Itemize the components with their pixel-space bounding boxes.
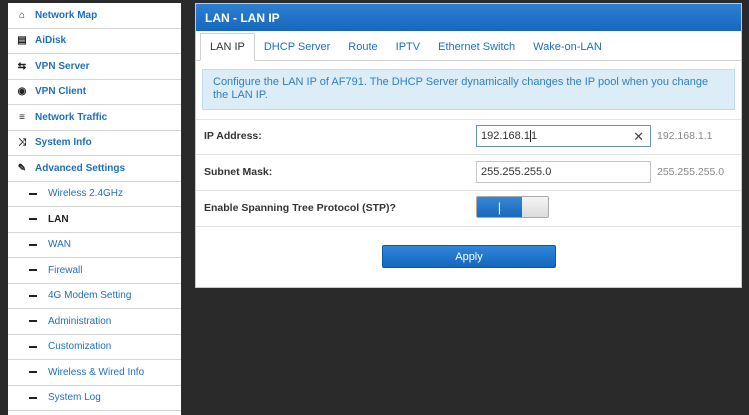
sidebar-item-network-map[interactable]: ⌂ Network Map (8, 3, 181, 29)
wrench-icon: ✎ (17, 162, 27, 174)
toggle-on-indicator: | (477, 197, 522, 217)
sidebar-item-label: Administration (48, 315, 112, 327)
sidebar-item-advanced-settings[interactable]: ✎ Advanced Settings (8, 156, 181, 182)
vpn-server-icon: ⇆ (17, 60, 27, 72)
disk-icon: ▤ (17, 35, 27, 47)
divider (196, 190, 741, 191)
sidebar-item-label: LAN (48, 213, 69, 225)
sidebar-item-system-info[interactable]: ⤨ System Info (8, 131, 181, 156)
bullet-icon (29, 243, 37, 246)
tab-lan-ip[interactable]: LAN IP (200, 33, 255, 61)
bullet-icon (29, 345, 37, 348)
sidebar-item-label: VPN Client (35, 86, 87, 98)
sidebar-item-system-log[interactable]: System Log (8, 386, 181, 411)
list-icon: ≡ (19, 111, 25, 123)
bullet-icon (29, 294, 37, 297)
subnet-mask-default-hint: 255.255.255.0 (657, 166, 725, 178)
sidebar-item-administration[interactable]: Administration (8, 309, 181, 335)
sidebar-item-network-traffic[interactable]: ≡ Network Traffic (8, 105, 181, 131)
ip-address-input[interactable]: 192.168.1 1 ✕ (476, 125, 651, 147)
tab-ethernet-switch[interactable]: Ethernet Switch (429, 33, 524, 60)
sidebar-item-label: Advanced Settings (35, 162, 126, 174)
sidebar-item-vpn-client[interactable]: ◉ VPN Client (8, 80, 181, 105)
sidebar-item-label: Customization (48, 341, 112, 353)
divider (196, 226, 741, 227)
sidebar-item-label: System Log (48, 392, 101, 404)
tab-dhcp-server[interactable]: DHCP Server (255, 33, 339, 60)
bullet-icon (29, 269, 37, 272)
tab-bar: LAN IP DHCP Server Route IPTV Ethernet Switc… (196, 31, 741, 61)
stp-toggle[interactable]: | (476, 196, 549, 218)
subnet-mask-input[interactable]: 255.255.255.0 (476, 161, 651, 183)
clear-input-icon[interactable]: ✕ (633, 129, 644, 145)
bullet-icon (29, 320, 37, 323)
sidebar-item-label: WAN (48, 239, 71, 251)
sidebar-item-label: System Info (35, 137, 92, 149)
subnet-mask-label: Subnet Mask: (204, 166, 273, 178)
sidebar-item-4g-modem-setting[interactable]: 4G Modem Setting (8, 284, 181, 309)
bullet-icon (29, 371, 37, 374)
sidebar-item-label: Wireless 2.4GHz (48, 188, 124, 200)
sidebar-item-lan[interactable]: LAN (8, 207, 181, 233)
sidebar-item-wireless-wired-info[interactable]: Wireless & Wired Info (8, 360, 181, 386)
tab-iptv[interactable]: IPTV (387, 33, 429, 60)
apply-button[interactable]: Apply (382, 245, 556, 268)
settings-panel: LAN - LAN IP LAN IP DHCP Server Route IPTV E… (195, 3, 742, 288)
sidebar-item-label: VPN Server (35, 60, 90, 72)
ip-address-value-tail: 1 (530, 130, 538, 142)
panel-title: LAN - LAN IP (196, 4, 741, 31)
globe-icon: ◉ (17, 86, 27, 98)
bullet-icon (29, 396, 37, 399)
sidebar-item-aidisk[interactable]: ▤ AiDisk (8, 29, 181, 54)
divider (196, 119, 741, 120)
ip-address-value: 192.168.1 (481, 130, 530, 142)
ip-address-default-hint: 192.168.1.1 (657, 130, 713, 142)
tab-wake-on-lan[interactable]: Wake-on-LAN (524, 33, 611, 60)
sidebar-item-wan[interactable]: WAN (8, 233, 181, 258)
sidebar-item-wireless-2-4ghz[interactable]: Wireless 2.4GHz (8, 182, 181, 207)
subnet-mask-value: 255.255.255.0 (481, 166, 552, 178)
ip-address-label: IP Address: (204, 130, 262, 142)
stp-label: Enable Spanning Tree Protocol (STP)? (204, 202, 396, 214)
shuffle-icon: ⤨ (18, 137, 26, 149)
home-icon: ⌂ (18, 9, 26, 21)
bullet-icon (29, 218, 37, 221)
sidebar-item-label: Network Traffic (35, 111, 108, 123)
sidebar-item-firewall[interactable]: Firewall (8, 258, 181, 284)
toggle-off-side (522, 197, 548, 217)
tab-route[interactable]: Route (339, 33, 386, 60)
sidebar-item-label: AiDisk (35, 35, 67, 47)
sidebar-item-vpn-server[interactable]: ⇆ VPN Server (8, 54, 181, 80)
sidebar-item-label: 4G Modem Setting (48, 290, 132, 302)
sidebar-item-label: Firewall (48, 264, 83, 276)
info-message: Configure the LAN IP of AF791. The DHCP … (202, 69, 735, 110)
sidebar-item-label: Wireless & Wired Info (48, 366, 145, 378)
sidebar-item-label: Network Map (35, 9, 98, 21)
divider (196, 154, 741, 155)
sidebar: ⌂ Network Map ▤ AiDisk ⇆ VPN Server ◉ VPN Clien… (8, 3, 181, 415)
sidebar-item-customization[interactable]: Customization (8, 335, 181, 360)
bullet-icon (29, 192, 37, 195)
